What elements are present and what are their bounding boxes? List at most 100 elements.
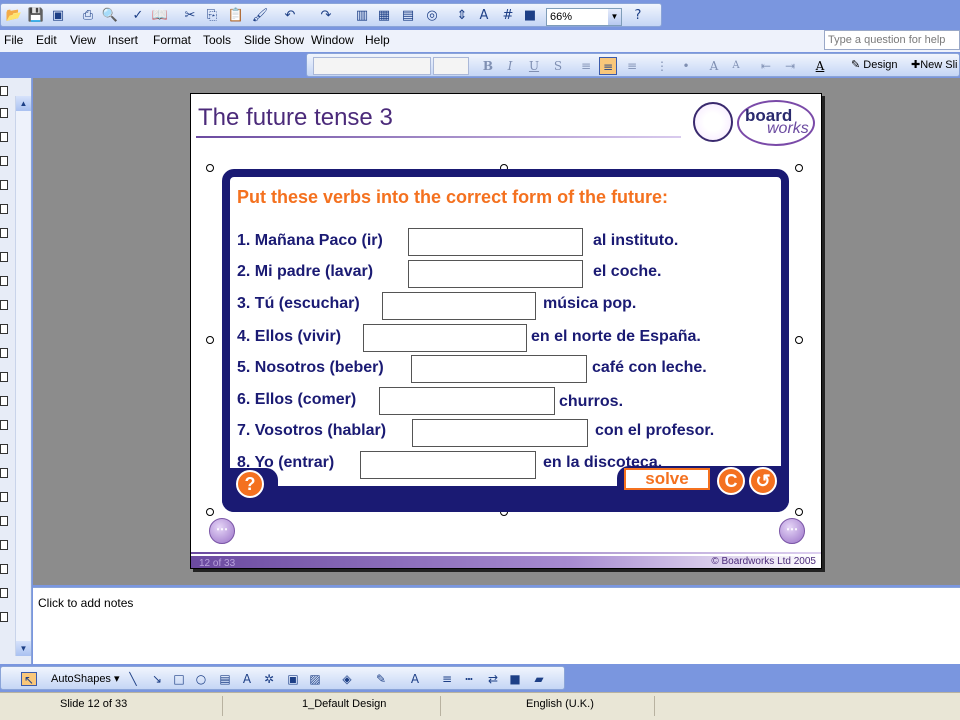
wordart-icon[interactable]: A bbox=[239, 672, 255, 686]
tables-borders-icon[interactable]: ▤ bbox=[399, 7, 417, 25]
menu-edit[interactable]: Edit bbox=[36, 33, 57, 47]
font-size-select[interactable] bbox=[433, 57, 469, 75]
insert-table-icon[interactable]: ▦ bbox=[375, 7, 393, 25]
design-button[interactable]: ✎ Design bbox=[851, 58, 898, 71]
chevron-down-icon[interactable]: ▼ bbox=[608, 9, 621, 25]
save-icon[interactable]: 💾 bbox=[27, 7, 45, 25]
open-icon[interactable]: 📂 bbox=[5, 7, 23, 25]
slide-thumbnail-icon[interactable] bbox=[0, 132, 8, 142]
slide-thumbnail-icon[interactable] bbox=[0, 588, 8, 598]
oval-icon[interactable]: ○ bbox=[193, 672, 209, 686]
permission-icon[interactable]: ▣ bbox=[49, 7, 67, 25]
align-left-icon[interactable]: ≡ bbox=[577, 57, 595, 75]
bold-button[interactable]: B bbox=[479, 57, 497, 75]
menu-insert[interactable]: Insert bbox=[108, 33, 138, 47]
slide-thumbnail-icon[interactable] bbox=[0, 276, 8, 286]
print-preview-icon[interactable]: 🔍 bbox=[101, 7, 119, 25]
selection-handle[interactable] bbox=[206, 336, 214, 344]
picture-icon[interactable]: ▨ bbox=[307, 672, 323, 686]
menu-tools[interactable]: Tools bbox=[203, 33, 231, 47]
slide-thumbnail-icon[interactable] bbox=[0, 86, 8, 96]
answer-input-6[interactable] bbox=[379, 387, 555, 415]
underline-button[interactable]: U bbox=[525, 57, 543, 75]
rectangle-icon[interactable]: □ bbox=[171, 672, 187, 686]
insert-chart-icon[interactable]: ▥ bbox=[353, 7, 371, 25]
slide-thumbnail-icon[interactable] bbox=[0, 204, 8, 214]
color-grayscale-icon[interactable]: ■ bbox=[521, 7, 539, 25]
shadow-button[interactable]: S bbox=[549, 57, 567, 75]
clip-art-icon[interactable]: ▣ bbox=[285, 672, 301, 686]
font-color-icon[interactable]: A bbox=[811, 57, 829, 75]
menu-help[interactable]: Help bbox=[365, 33, 390, 47]
spelling-icon[interactable]: ✓ bbox=[129, 7, 147, 25]
previous-slide-button[interactable]: ⋯ bbox=[209, 518, 235, 544]
answer-input-8[interactable] bbox=[360, 451, 536, 479]
slide-thumbnail-icon[interactable] bbox=[0, 396, 8, 406]
zoom-select[interactable]: 66% ▼ bbox=[546, 8, 622, 26]
slide-thumbnail-icon[interactable] bbox=[0, 108, 8, 118]
answer-input-2[interactable] bbox=[408, 260, 583, 288]
italic-button[interactable]: I bbox=[501, 57, 519, 75]
slide-thumbnail-icon[interactable] bbox=[0, 180, 8, 190]
slide-thumbnail-icon[interactable] bbox=[0, 468, 8, 478]
arrow-style-icon[interactable]: ⇄ bbox=[485, 672, 501, 686]
line-color-icon[interactable]: ✎ bbox=[373, 672, 389, 686]
dash-style-icon[interactable]: ┅ bbox=[461, 672, 477, 686]
paste-icon[interactable]: 📋 bbox=[227, 7, 245, 25]
slide-thumbnail-icon[interactable] bbox=[0, 612, 8, 622]
cut-icon[interactable]: ✂ bbox=[181, 7, 199, 25]
align-right-icon[interactable]: ≡ bbox=[623, 57, 641, 75]
answer-input-3[interactable] bbox=[382, 292, 536, 320]
increase-indent-icon[interactable]: ⇥ bbox=[781, 57, 799, 75]
3d-style-icon[interactable]: ▰ bbox=[531, 672, 547, 686]
print-icon[interactable]: ⎙ bbox=[79, 7, 97, 25]
slide-title[interactable]: The future tense 3 bbox=[198, 104, 393, 132]
next-slide-button[interactable]: ⋯ bbox=[779, 518, 805, 544]
hyperlink-icon[interactable]: ◎ bbox=[423, 7, 441, 25]
selection-handle[interactable] bbox=[795, 508, 803, 516]
slide-thumbnail-icon[interactable] bbox=[0, 420, 8, 430]
notes-pane[interactable]: Click to add notes bbox=[33, 587, 960, 664]
arrow-icon[interactable]: ↘ bbox=[149, 672, 165, 686]
reset-button[interactable]: ↺ bbox=[749, 467, 777, 495]
diagram-icon[interactable]: ✲ bbox=[261, 672, 277, 686]
show-formatting-icon[interactable]: A bbox=[475, 7, 493, 25]
numbering-icon[interactable]: ⋮ bbox=[653, 57, 671, 75]
slide-thumbnail-icon[interactable] bbox=[0, 252, 8, 262]
help-button[interactable]: ? bbox=[236, 470, 264, 498]
selection-handle[interactable] bbox=[795, 336, 803, 344]
answer-input-4[interactable] bbox=[363, 324, 527, 352]
slide-thumbnail-icon[interactable] bbox=[0, 156, 8, 166]
slides-panel-scrollbar[interactable]: ▲ ▼ bbox=[15, 96, 31, 656]
copy-icon[interactable]: ⎘ bbox=[203, 7, 221, 25]
font-color-draw-icon[interactable]: A bbox=[407, 672, 423, 686]
format-painter-icon[interactable]: 🖌 bbox=[251, 7, 269, 25]
answer-input-7[interactable] bbox=[412, 419, 588, 447]
clear-button[interactable]: C bbox=[717, 467, 745, 495]
decrease-font-icon[interactable]: A bbox=[727, 57, 745, 75]
increase-font-icon[interactable]: A bbox=[705, 57, 723, 75]
answer-input-1[interactable] bbox=[408, 228, 583, 256]
help-search-input[interactable]: Type a question for help bbox=[824, 30, 960, 50]
selection-handle[interactable] bbox=[795, 164, 803, 172]
slide-thumbnail-icon[interactable] bbox=[0, 516, 8, 526]
bullets-icon[interactable]: • bbox=[677, 57, 695, 75]
new-slide-button[interactable]: ✚New Sli bbox=[911, 58, 958, 71]
decrease-indent-icon[interactable]: ⇤ bbox=[757, 57, 775, 75]
slide-thumbnail-icon[interactable] bbox=[0, 444, 8, 454]
menu-format[interactable]: Format bbox=[153, 33, 191, 47]
font-name-select[interactable] bbox=[313, 57, 431, 75]
slide-thumbnail-icon[interactable] bbox=[0, 492, 8, 502]
menu-window[interactable]: Window bbox=[311, 33, 354, 47]
selection-handle[interactable] bbox=[206, 508, 214, 516]
slide-thumbnail-icon[interactable] bbox=[0, 348, 8, 358]
align-center-icon[interactable]: ≡ bbox=[599, 57, 617, 75]
slide-thumbnail-icon[interactable] bbox=[0, 324, 8, 334]
slide-thumbnail-icon[interactable] bbox=[0, 372, 8, 382]
fill-color-icon[interactable]: ◈ bbox=[339, 672, 355, 686]
undo-icon[interactable]: ↶ bbox=[281, 7, 299, 25]
grid-icon[interactable]: # bbox=[499, 7, 517, 25]
menu-view[interactable]: View bbox=[70, 33, 96, 47]
menu-slide-show[interactable]: Slide Show bbox=[244, 33, 304, 47]
scroll-up-icon[interactable]: ▲ bbox=[16, 96, 31, 111]
